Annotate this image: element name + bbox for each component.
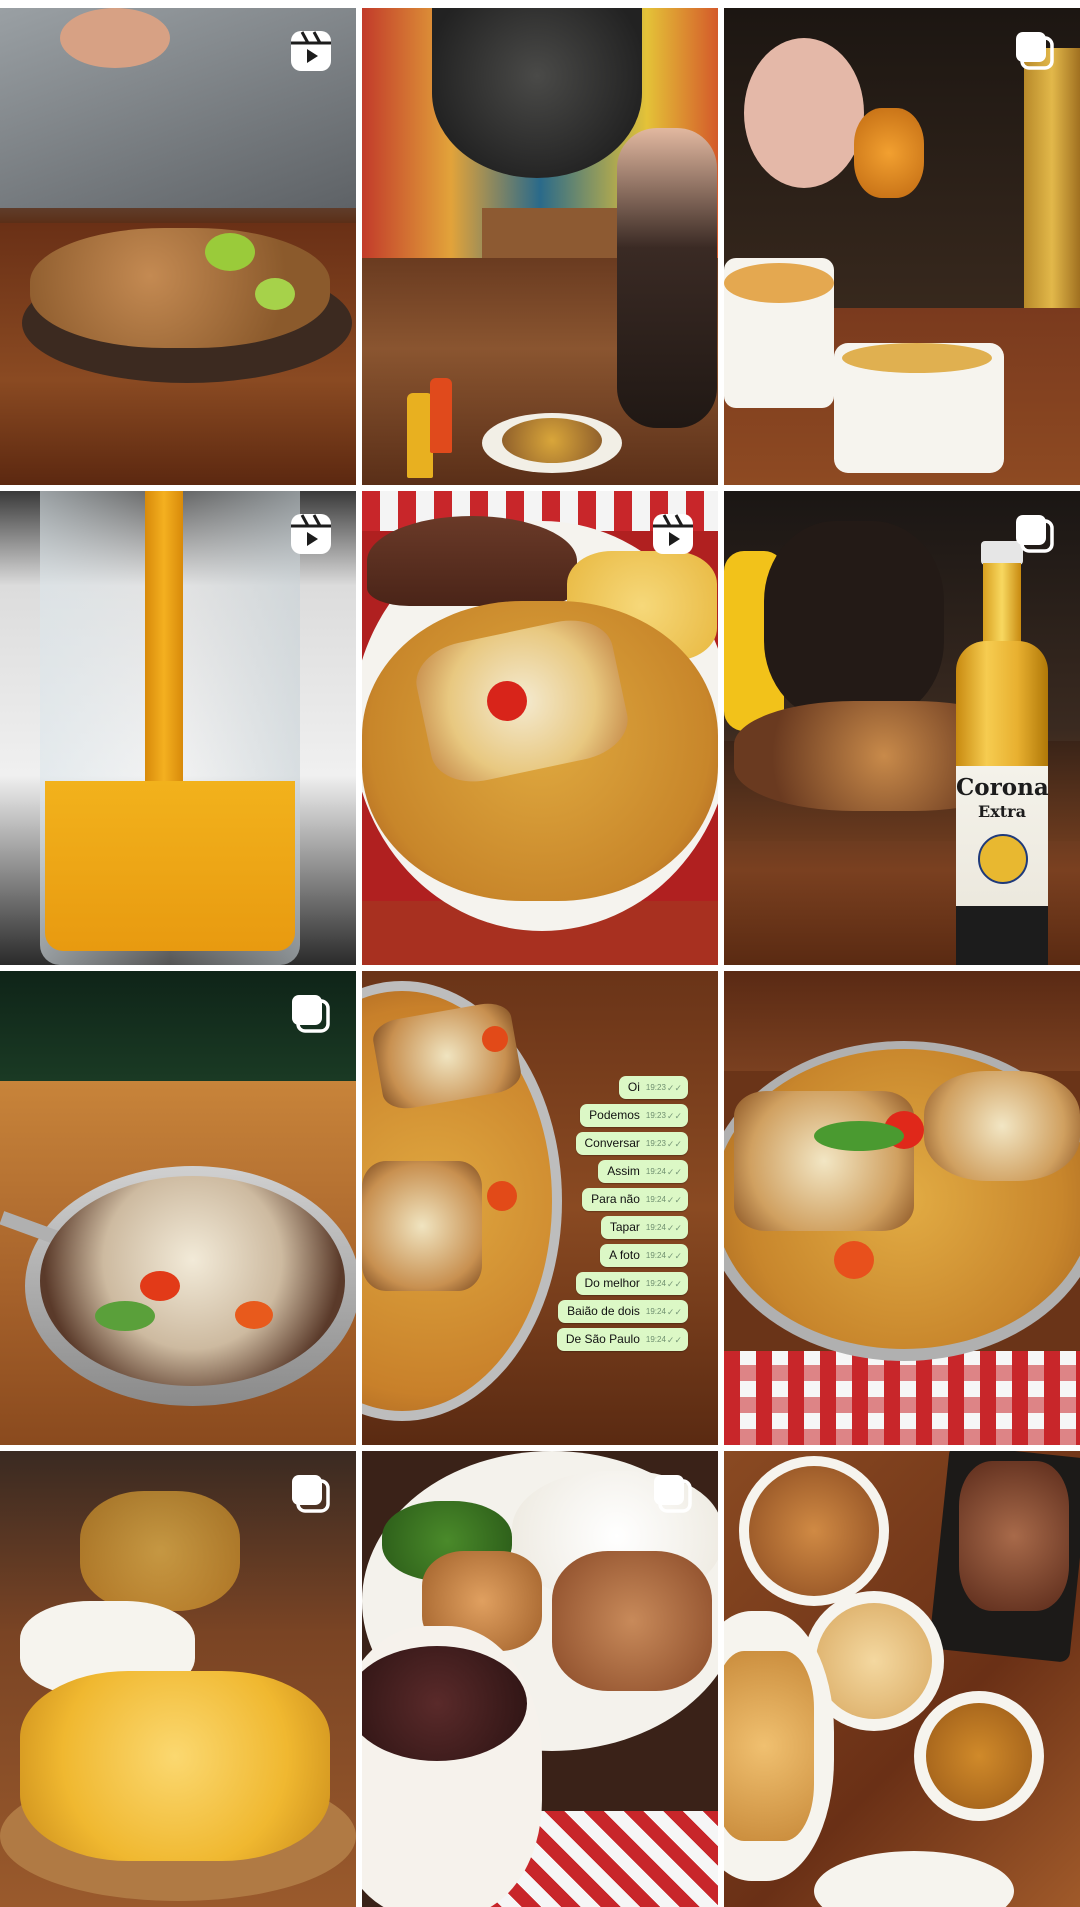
chat-bubble: Conversar 19:23✓✓	[575, 1132, 688, 1155]
chat-bubble: De São Paulo 19:24✓✓	[556, 1328, 688, 1351]
chat-message-text: A foto	[609, 1248, 640, 1262]
carousel-icon	[1012, 511, 1058, 557]
profile-media-grid: Corona Extra Oi 19:23✓✓ Podemos 19:23✓✓ …	[0, 0, 1080, 1907]
carousel-icon	[650, 1471, 696, 1517]
beer-variant-label: Extra	[978, 802, 1026, 821]
grid-post-11[interactable]	[362, 1451, 718, 1907]
chat-message-time: 19:23	[645, 1111, 666, 1120]
carousel-icon	[288, 991, 334, 1037]
chat-message-text: Tapar	[609, 1220, 640, 1234]
post-photo: Corona Extra	[724, 491, 1080, 965]
chat-message-time: 19:24	[645, 1251, 666, 1260]
grid-post-5[interactable]	[362, 491, 718, 965]
double-check-icon: ✓✓	[666, 1251, 682, 1261]
chat-bubble: Baião de dois 19:24✓✓	[558, 1300, 688, 1323]
grid-post-10[interactable]	[0, 1451, 356, 1907]
grid-post-3[interactable]	[724, 8, 1080, 485]
chat-bubble: Do melhor 19:24✓✓	[575, 1272, 688, 1295]
grid-post-9[interactable]	[724, 971, 1080, 1445]
chat-message-text: Baião de dois	[567, 1304, 640, 1318]
double-check-icon: ✓✓	[666, 1335, 682, 1345]
chat-message-time: 19:24	[645, 1223, 666, 1232]
chat-bubble: Tapar 19:24✓✓	[600, 1216, 688, 1239]
post-photo	[362, 1451, 718, 1907]
chat-message-text: Assim	[607, 1164, 640, 1178]
chat-message-time: 19:23	[645, 1083, 666, 1092]
chat-message-text: Do melhor	[584, 1276, 640, 1290]
chat-message-time: 19:24	[645, 1195, 666, 1204]
chat-bubble: Para não 19:24✓✓	[582, 1188, 688, 1211]
beer-brand-label: Corona	[956, 774, 1049, 801]
carousel-icon	[1012, 28, 1058, 74]
double-check-icon: ✓✓	[666, 1307, 682, 1317]
chat-message-text: De São Paulo	[565, 1332, 640, 1346]
double-check-icon: ✓✓	[666, 1083, 682, 1093]
double-check-icon: ✓✓	[666, 1139, 682, 1149]
grid-post-2[interactable]	[362, 8, 718, 485]
chat-message-time: 19:23	[645, 1139, 666, 1148]
reel-icon	[288, 28, 334, 74]
grid-post-6[interactable]: Corona Extra	[724, 491, 1080, 965]
chat-message-text: Para não	[591, 1192, 640, 1206]
chat-message-time: 19:24	[645, 1307, 666, 1316]
grid-post-8[interactable]: Oi 19:23✓✓ Podemos 19:23✓✓ Conversar 19:23✓…	[362, 971, 718, 1445]
double-check-icon: ✓✓	[666, 1279, 682, 1289]
chat-bubble: Oi 19:23✓✓	[618, 1076, 688, 1099]
post-photo	[0, 971, 356, 1445]
chat-message-text: Conversar	[584, 1136, 640, 1150]
carousel-icon	[288, 1471, 334, 1517]
reel-icon	[288, 511, 334, 557]
chat-bubble: Assim 19:24✓✓	[598, 1160, 688, 1183]
double-check-icon: ✓✓	[666, 1167, 682, 1177]
post-photo	[724, 8, 1080, 485]
reel-icon	[650, 511, 696, 557]
grid-post-12[interactable]	[724, 1451, 1080, 1907]
chat-bubble: Podemos 19:23✓✓	[580, 1104, 688, 1127]
chat-message-time: 19:24	[645, 1335, 666, 1344]
post-photo	[724, 971, 1080, 1445]
chat-message-time: 19:24	[645, 1167, 666, 1176]
double-check-icon: ✓✓	[666, 1223, 682, 1233]
post-photo	[724, 1451, 1080, 1907]
grid-post-4[interactable]	[0, 491, 356, 965]
chat-bubble: A foto 19:24✓✓	[600, 1244, 688, 1267]
beer-bottle: Corona Extra	[944, 541, 1059, 965]
chat-message-time: 19:24	[645, 1279, 666, 1288]
post-photo	[362, 8, 718, 485]
grid-post-1[interactable]	[0, 8, 356, 485]
chat-message-text: Oi	[627, 1080, 640, 1094]
grid-post-7[interactable]	[0, 971, 356, 1445]
post-photo	[0, 491, 356, 965]
double-check-icon: ✓✓	[666, 1111, 682, 1121]
chat-overlay: Oi 19:23✓✓ Podemos 19:23✓✓ Conversar 19:23✓…	[518, 1076, 688, 1356]
chat-message-text: Podemos	[589, 1108, 640, 1122]
post-photo	[0, 8, 356, 485]
post-photo	[0, 1451, 356, 1907]
double-check-icon: ✓✓	[666, 1195, 682, 1205]
post-photo	[362, 491, 718, 965]
